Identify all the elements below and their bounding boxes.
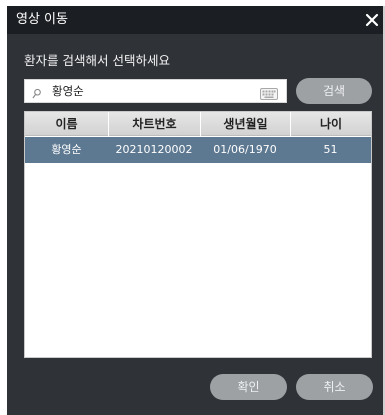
table-header: 이름 차트번호 생년월일 나이	[25, 112, 371, 136]
title-bar[interactable]: 영상 이동	[7, 6, 383, 34]
column-header-birth-date[interactable]: 생년월일	[200, 112, 290, 136]
cancel-button[interactable]: 취소	[296, 374, 373, 400]
table-row[interactable]: 황영순 20210120002 01/06/1970 51	[25, 137, 371, 163]
column-header-name[interactable]: 이름	[25, 112, 108, 136]
dialog-title: 영상 이동	[16, 12, 68, 27]
search-button[interactable]: 검색	[296, 78, 372, 104]
cell-name: 황영순	[51, 143, 82, 156]
confirm-button[interactable]: 확인	[210, 374, 287, 400]
cell-birth-date: 01/06/1970	[213, 143, 277, 156]
search-icon	[32, 85, 42, 99]
column-header-age[interactable]: 나이	[290, 112, 371, 136]
patient-search-field[interactable]	[24, 79, 287, 103]
instruction-text: 환자를 검색해서 선택하세요	[24, 53, 170, 68]
search-input[interactable]	[52, 82, 252, 100]
move-image-dialog: 영상 이동 환자를 검색해서 선택하세요 황영순 검색 이름 차트번호 생년월일…	[7, 6, 383, 415]
column-header-chart-number[interactable]: 차트번호	[108, 112, 200, 136]
keyboard-icon[interactable]	[260, 85, 278, 100]
patient-table: 이름 차트번호 생년월일 나이 황영순 20210120002 01/06/19…	[24, 111, 372, 358]
cell-age: 51	[323, 143, 338, 156]
close-icon[interactable]	[361, 9, 383, 31]
cell-chart-number: 20210120002	[115, 143, 193, 156]
